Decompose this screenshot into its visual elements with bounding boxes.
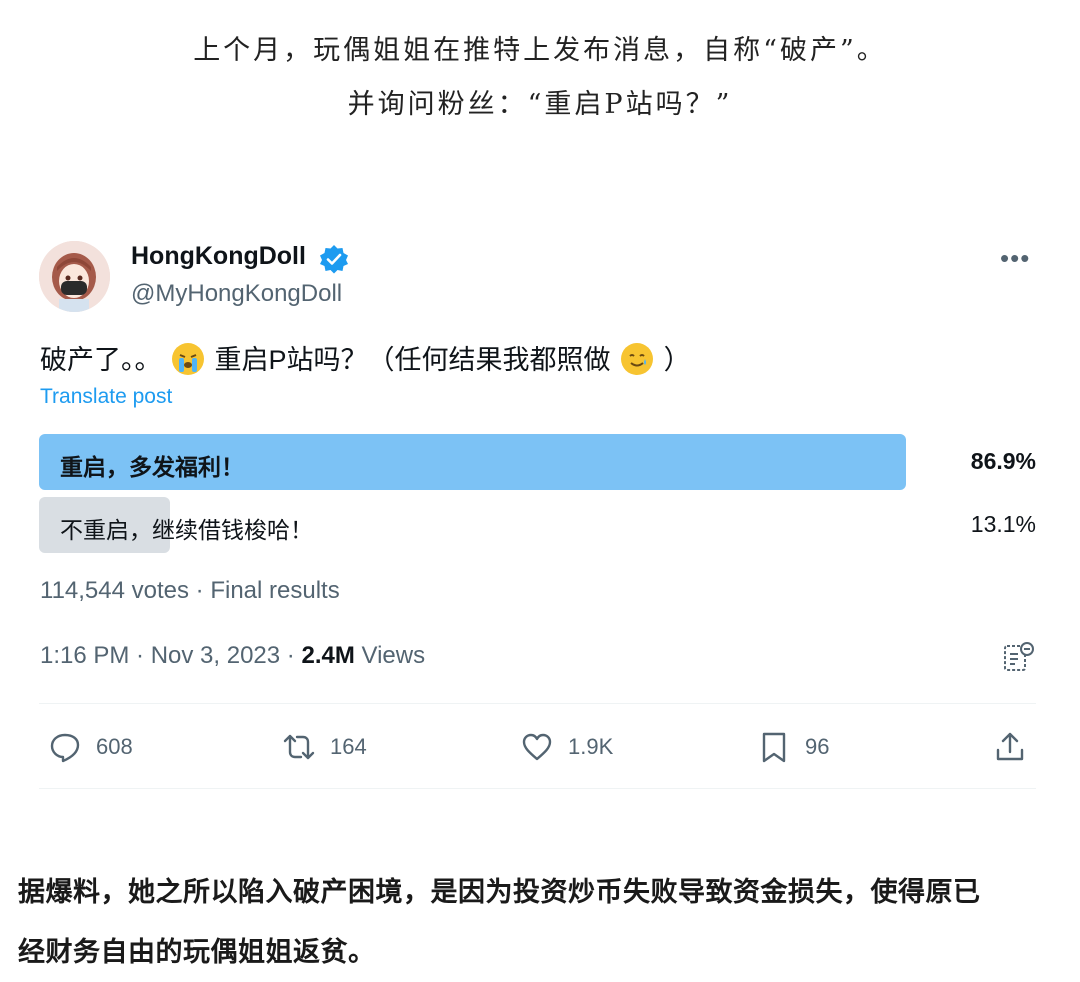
poll-option-1-label: 重启，多发福利！ — [60, 454, 244, 480]
bookmark-count: 96 — [805, 734, 830, 759]
display-name[interactable]: HongKongDoll — [131, 242, 306, 271]
analytics-icon[interactable] — [1002, 640, 1036, 674]
reply-count: 608 — [96, 734, 133, 759]
tweet-meta: 1:16 PM · Nov 3, 2023 · 2.4M Views — [40, 642, 425, 670]
poll-option-2-label: 不重启，继续借钱梭哈！ — [60, 517, 313, 543]
tweet-timestamp[interactable]: 1:16 PM · Nov 3, 2023 · — [40, 642, 301, 669]
reply-button[interactable]: 608 — [48, 728, 133, 766]
heart-icon — [522, 733, 552, 761]
share-button[interactable] — [993, 728, 1027, 766]
repost-button[interactable]: 164 — [282, 728, 367, 766]
more-icon[interactable]: ••• — [1000, 243, 1030, 274]
post-text-part-1: 破产了。。 — [40, 345, 162, 375]
like-count: 1.9K — [568, 734, 614, 759]
repost-icon — [283, 734, 315, 760]
bookmark-icon — [762, 732, 786, 763]
verified-badge-icon — [320, 245, 348, 274]
repost-count: 164 — [330, 734, 367, 759]
divider-top — [39, 703, 1036, 704]
views-label: Views — [354, 642, 426, 669]
user-handle[interactable]: @MyHongKongDoll — [131, 280, 342, 308]
post-text: 破产了。。 重启P站吗？（任何结果我都照做 ） — [40, 338, 691, 377]
poll-option-2: 不重启，继续借钱梭哈！ 13.1% — [39, 497, 1036, 553]
intro-line-1: 上个月，玩偶姐姐在推特上发布消息，自称“破产”。 — [193, 35, 887, 66]
share-icon — [996, 732, 1024, 761]
avatar[interactable] — [39, 241, 110, 312]
divider-bottom — [39, 788, 1036, 789]
crying-face-emoji — [172, 343, 205, 375]
post-text-part-3: ） — [663, 345, 691, 375]
reply-icon — [50, 733, 80, 763]
tearful-smile-emoji — [621, 343, 654, 375]
post-text-part-2: 重启P站吗？（任何结果我都照做 — [214, 345, 611, 375]
poll-votes-summary: 114,544 votes · Final results — [40, 577, 340, 604]
bookmark-button[interactable]: 96 — [757, 728, 829, 766]
views-count: 2.4M — [301, 642, 355, 669]
translate-post-link[interactable]: Translate post — [40, 385, 172, 409]
poll-option-1-percent: 86.9% — [970, 448, 1036, 474]
like-button[interactable]: 1.9K — [520, 728, 613, 766]
avatar-illustration — [39, 241, 110, 312]
intro-line-2: 并询问粉丝：“重启P站吗？” — [347, 89, 733, 120]
footer-line-2: 经财务自由的玩偶姐姐返贫。 — [18, 937, 376, 967]
poll-option-1: 重启，多发福利！ 86.9% — [39, 434, 1036, 490]
footer-line-1: 据爆料，她之所以陷入破产困境，是因为投资炒币失败导致资金损失，使得原已 — [18, 877, 981, 907]
poll-option-2-percent: 13.1% — [970, 511, 1036, 537]
